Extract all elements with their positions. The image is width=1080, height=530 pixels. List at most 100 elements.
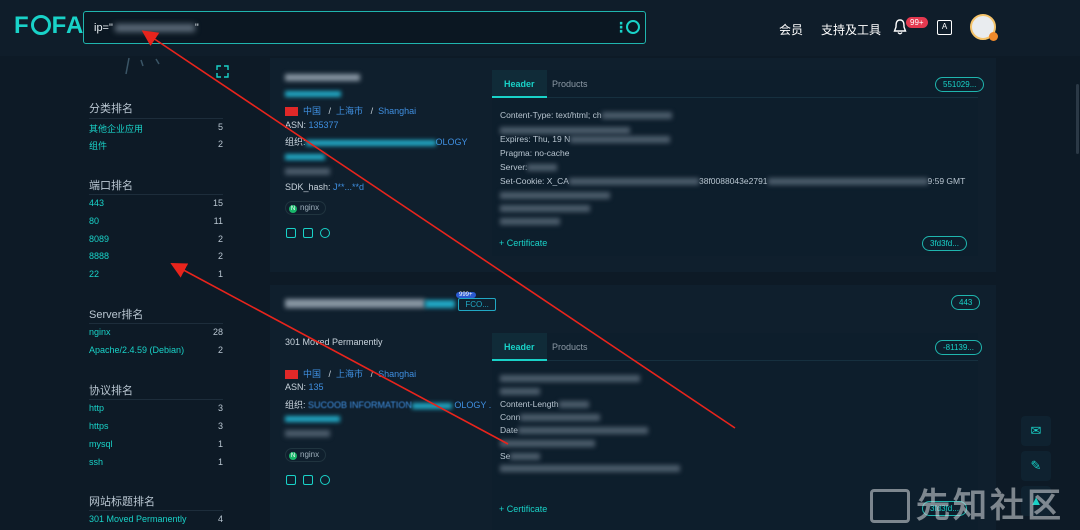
china-flag-icon (285, 370, 298, 380)
scrollbar[interactable] (1076, 84, 1079, 154)
location: 中国 / 上海市 / Shanghai (285, 367, 416, 380)
search-query[interactable]: ip=" " (94, 22, 199, 34)
refresh-icon[interactable] (320, 228, 330, 238)
html-icon[interactable] (286, 228, 296, 238)
list-item[interactable]: 组件 2 (89, 139, 223, 155)
divider (89, 194, 223, 195)
result-link[interactable] (285, 88, 341, 98)
edit-icon[interactable]: ✎ (1021, 451, 1051, 481)
region-link[interactable]: 上海市 (336, 369, 363, 379)
nav-support-tools[interactable]: 支持及工具 (821, 21, 881, 38)
country-link[interactable]: 中国 (303, 369, 321, 379)
hash-pill[interactable]: 551029... (935, 77, 985, 92)
list-item[interactable]: mysql 1 (89, 439, 223, 455)
nav-vip[interactable]: 会员 (779, 21, 803, 38)
tab-products[interactable]: Products (540, 333, 600, 361)
asn: ASN: 135 (285, 382, 324, 392)
blurred-text (285, 166, 330, 176)
asn-link[interactable]: 135 (309, 382, 324, 392)
certificate-toggle[interactable]: + Certificate (499, 238, 547, 248)
list-item[interactable]: nginx 28 (89, 327, 223, 343)
list-item[interactable]: Apache/2.4.59 (Debian) 2 (89, 345, 223, 361)
header-line (500, 373, 640, 383)
notification-badge: 99+ (906, 17, 928, 28)
header-line (500, 203, 590, 213)
sdk-hash: SDK_hash: J**...**d (285, 182, 365, 192)
cube-icon[interactable] (303, 228, 313, 238)
translate-icon[interactable]: A (937, 20, 952, 35)
header-line (500, 438, 595, 448)
html-icon[interactable] (286, 475, 296, 485)
port-pill[interactable]: 443 (951, 295, 981, 310)
certificate-toggle[interactable]: + Certificate (499, 504, 547, 514)
result-host[interactable] (285, 72, 360, 82)
header-line: Content-Type: text/html; ch (500, 110, 672, 120)
list-item[interactable]: 8888 2 (89, 251, 223, 267)
header-line: Server: (500, 162, 558, 172)
asn: ASN: 135377 (285, 120, 339, 130)
city-link[interactable]: Shanghai (378, 106, 416, 116)
organization: 组织: OLOGY (285, 137, 468, 147)
region-link[interactable]: 上海市 (336, 106, 363, 116)
status-title: 301 Moved Permanently (285, 337, 383, 347)
hash-pill[interactable]: -81139... (935, 340, 982, 355)
nginx-icon: N (289, 205, 297, 213)
header-line: Set-Cookie: X_CA 38f0088043e2791 9:59 GMT (500, 176, 966, 186)
country-link[interactable]: 中国 (303, 106, 321, 116)
asn-link[interactable]: 135377 (309, 120, 339, 130)
refresh-icon[interactable] (320, 475, 330, 485)
result-badge[interactable]: FCO... (458, 298, 496, 311)
mini-badge: 999+ (456, 292, 476, 298)
list-item[interactable]: 301 Moved Permanently 4 (89, 514, 223, 530)
nginx-icon: N (289, 452, 297, 460)
avatar[interactable] (970, 14, 998, 41)
header-line: Date (500, 425, 648, 435)
bell-icon[interactable] (893, 19, 907, 35)
divider (89, 118, 223, 119)
blurred-text (285, 428, 330, 438)
result-title[interactable]: FCO... (285, 296, 496, 311)
search-input[interactable]: ip=" " ⋮ (83, 11, 646, 44)
server-ranking-title: Server排名 (89, 309, 144, 321)
divider (89, 399, 223, 400)
wechat-icon[interactable]: ✉ (1021, 416, 1051, 446)
detail-tabs: Header Products (492, 70, 978, 98)
avatar-level-icon (989, 32, 998, 41)
header-line (500, 216, 560, 226)
list-item[interactable]: 22 1 (89, 269, 223, 285)
list-item[interactable]: 443 15 (89, 198, 223, 214)
fofa-logo[interactable]: F FA (14, 12, 84, 40)
cert-hash-pill[interactable]: 3fd3fd... (922, 236, 967, 251)
list-item[interactable]: 8089 2 (89, 234, 223, 250)
blurred-link[interactable] (285, 151, 325, 161)
list-item[interactable]: ssh 1 (89, 457, 223, 473)
sidebar: 分类排名 其他企业应用 5 组件 2 端口排名 443 15 80 11 8089 2 8… (83, 56, 230, 530)
tab-header[interactable]: Header (492, 333, 547, 361)
header-line (500, 386, 540, 396)
tab-products[interactable]: Products (540, 70, 600, 98)
divider (89, 323, 223, 324)
header-line: Expires: Thu, 19 N (500, 134, 671, 144)
list-item[interactable]: 其他企业应用 5 (89, 122, 223, 138)
search-icon[interactable] (626, 20, 640, 34)
cube-icon[interactable] (303, 475, 313, 485)
list-item[interactable]: http 3 (89, 403, 223, 419)
location: 中国 / 上海市 / Shanghai (285, 104, 416, 117)
list-item[interactable]: https 3 (89, 421, 223, 437)
port-ranking-title: 端口排名 (89, 180, 133, 192)
header-line: Content-Length (500, 399, 589, 409)
list-item[interactable]: 80 11 (89, 216, 223, 232)
organization: 组织: SUCOOB INFORMATION OLOGY ... (285, 400, 497, 410)
header-line: Se (500, 451, 541, 461)
map-fragment (125, 57, 160, 75)
sdk-hash-link[interactable]: J**...**d (333, 182, 364, 192)
expand-icon[interactable] (216, 65, 229, 78)
category-ranking-title: 分类排名 (89, 103, 133, 115)
title-ranking-title: 网站标题排名 (89, 496, 155, 508)
tab-header[interactable]: Header (492, 70, 547, 98)
china-flag-icon (285, 107, 298, 117)
server-tag[interactable]: Nnginx (285, 201, 327, 215)
city-link[interactable]: Shanghai (378, 369, 416, 379)
blurred-link[interactable] (285, 413, 340, 423)
server-tag[interactable]: Nnginx (285, 448, 327, 462)
